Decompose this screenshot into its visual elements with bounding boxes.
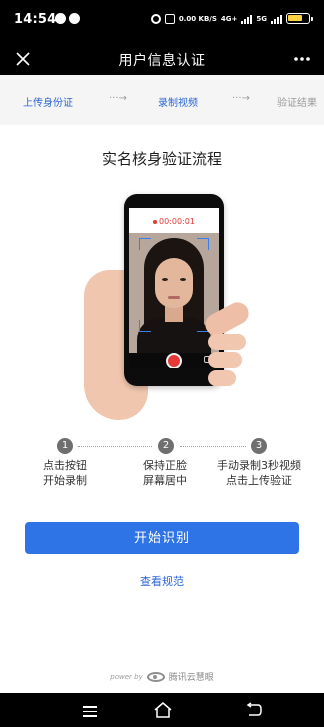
step-description: 手动录制3秒视频 点击上传验证 <box>209 458 309 488</box>
face-frame-corner <box>139 320 151 332</box>
more-icon[interactable] <box>290 47 314 71</box>
brand-logo-icon <box>146 671 165 682</box>
flow-title: 实名核身验证流程 <box>101 150 222 168</box>
network-5g: 5G <box>256 14 267 23</box>
view-guidelines-link[interactable]: 查看规范 <box>0 573 324 589</box>
battery-icon <box>286 13 313 24</box>
powered-by: power by 腾讯云慧眼 <box>0 670 324 683</box>
notification-icon <box>55 13 66 24</box>
portrait-face <box>155 258 193 308</box>
status-bar: 14:54 0.00 KB/S 4G+ 5G <box>0 0 324 44</box>
powered-by-text: power by <box>110 672 143 681</box>
step-connector <box>180 446 246 447</box>
powered-brand: 腾讯云慧眼 <box>168 673 214 683</box>
home-icon[interactable] <box>152 699 174 721</box>
face-frame-corner <box>139 238 151 250</box>
progress-step-record-video: 录制视频 <box>158 98 198 109</box>
progress-steps: 上传身份证 ···→ 录制视频 ···→ 验证结果 <box>0 75 324 125</box>
mute-icon <box>164 13 175 24</box>
step-line: 点击按钮 <box>43 459 87 472</box>
signal-icon <box>241 14 253 24</box>
page-title: 用户信息认证 <box>118 53 206 69</box>
network-4g: 4G+ <box>220 14 238 23</box>
progress-step-upload-id: 上传身份证 <box>23 98 73 109</box>
record-icon <box>166 353 182 368</box>
status-time: 14:54 <box>14 12 57 27</box>
notification-icon <box>69 13 80 24</box>
hand-finger <box>208 370 236 386</box>
back-icon[interactable] <box>245 701 263 719</box>
data-speed: 0.00 KB/S <box>178 14 217 23</box>
step-number: 1 <box>57 438 73 454</box>
status-indicators: 0.00 KB/S 4G+ 5G <box>150 13 313 24</box>
instruction-steps: 1 2 3 点击按钮 开始录制 保持正脸 屏幕居中 手动录制3秒视频 点击上传验… <box>0 438 324 498</box>
alarm-icon <box>150 13 161 24</box>
signal-icon <box>271 14 282 24</box>
recording-timer: 00:00:01 <box>129 217 219 226</box>
timer-text: 00:00:01 <box>159 217 195 226</box>
portrait-eye <box>162 278 168 281</box>
selfie-illustration: 00:00:01 <box>84 188 254 420</box>
step-line: 保持正脸 <box>143 459 187 472</box>
menu-icon[interactable] <box>80 703 100 717</box>
step-description: 保持正脸 屏幕居中 <box>131 458 199 488</box>
start-recognition-button[interactable]: 开始识别 <box>25 522 299 554</box>
step-line: 手动录制3秒视频 <box>217 459 301 472</box>
hand-finger <box>208 352 242 368</box>
portrait-mouth <box>168 296 180 299</box>
notification-icons <box>55 13 80 24</box>
recording-dot-icon <box>153 219 158 224</box>
step-line: 点击上传验证 <box>226 474 292 487</box>
progress-separator: ···→ <box>109 93 127 104</box>
portrait-neck <box>165 306 183 322</box>
phone-screen: 00:00:01 <box>129 208 219 368</box>
progress-separator: ···→ <box>232 93 250 104</box>
step-connector <box>78 446 152 447</box>
step-number: 3 <box>251 438 267 454</box>
system-navigation-bar <box>0 693 324 727</box>
step-line: 屏幕居中 <box>143 474 187 487</box>
face-frame-corner <box>197 238 209 250</box>
progress-step-result: 验证结果 <box>277 98 317 109</box>
step-number: 2 <box>158 438 174 454</box>
navigation-bar: 用户信息认证 <box>0 44 324 75</box>
step-line: 开始录制 <box>43 474 87 487</box>
portrait-eye <box>180 278 186 281</box>
hand-finger <box>208 334 246 350</box>
step-description: 点击按钮 开始录制 <box>31 458 99 488</box>
